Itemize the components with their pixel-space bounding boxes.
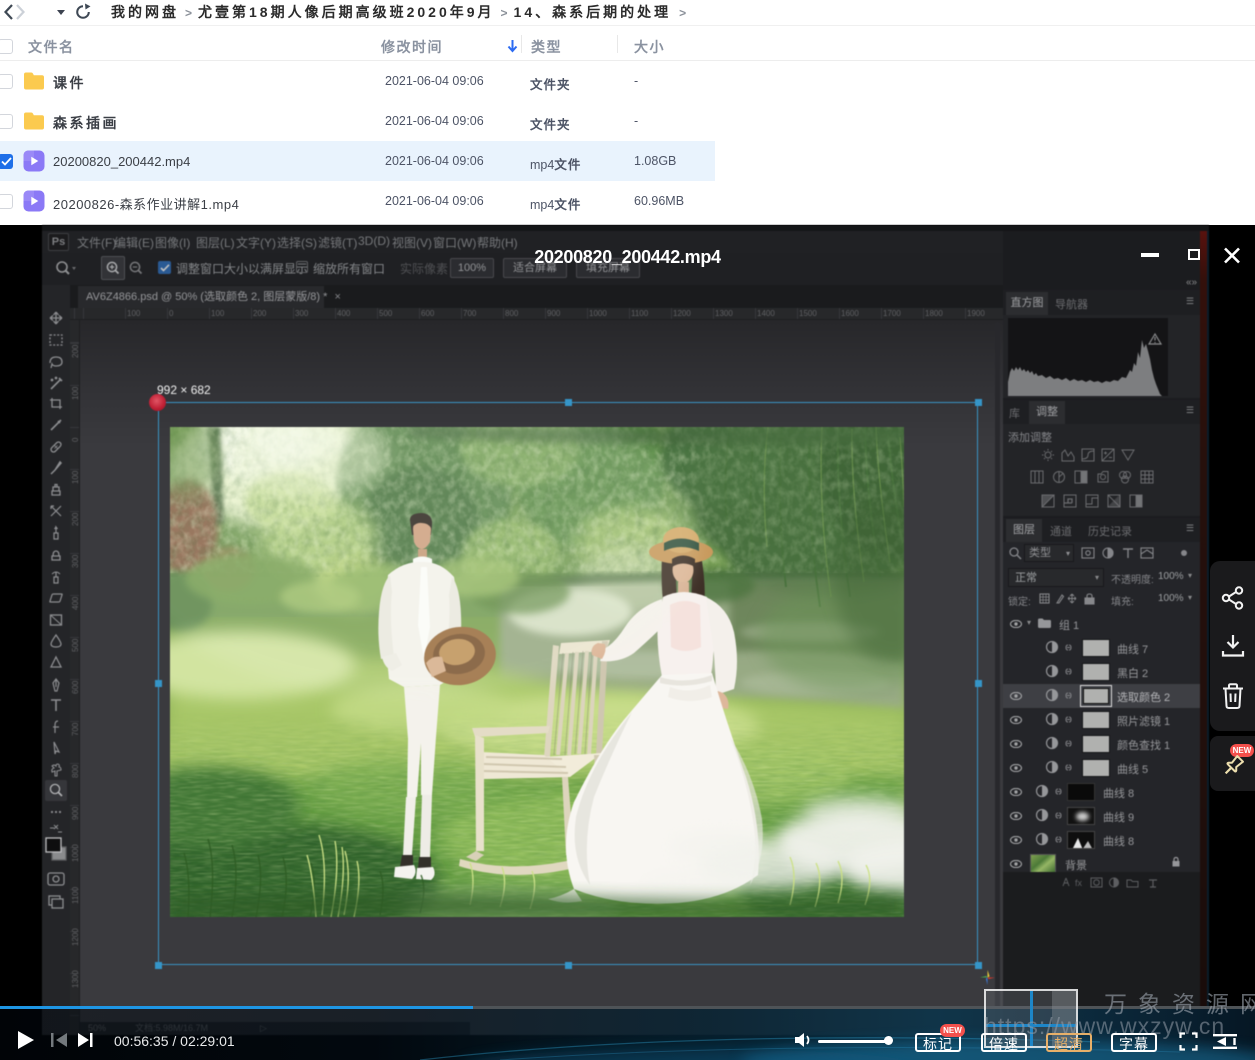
svg-text:fx: fx bbox=[1075, 878, 1083, 888]
